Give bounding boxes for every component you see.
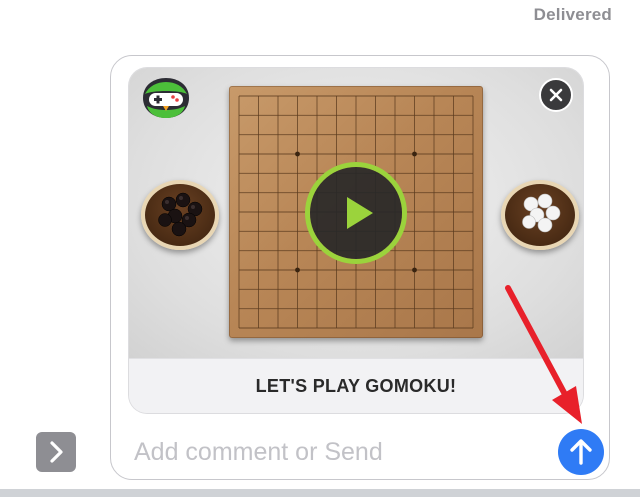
play-icon — [347, 197, 373, 229]
comment-input[interactable] — [112, 428, 552, 476]
white-stones-bowl — [501, 180, 579, 250]
game-controller-bird-icon — [139, 76, 193, 120]
bottom-edge — [0, 489, 640, 497]
arrow-up-icon — [570, 439, 592, 465]
close-button[interactable] — [539, 78, 573, 112]
expand-apps-button[interactable] — [36, 432, 76, 472]
close-icon — [549, 88, 563, 102]
send-button[interactable] — [558, 429, 604, 475]
delivered-status: Delivered — [533, 5, 612, 24]
play-button[interactable] — [310, 167, 402, 259]
red-annotation-arrow — [505, 285, 582, 424]
black-stones-bowl — [141, 180, 219, 250]
chevron-right-icon — [50, 441, 63, 463]
